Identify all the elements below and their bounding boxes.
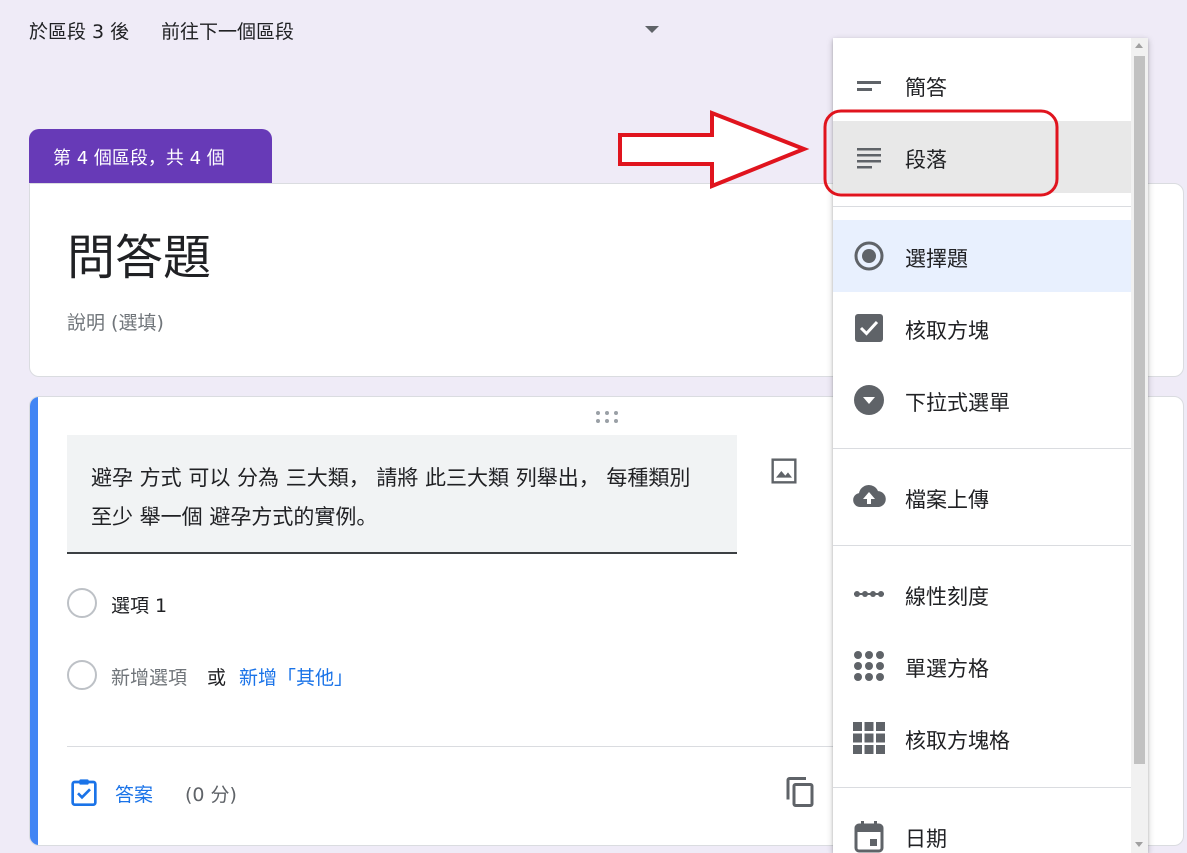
menu-item-label: 選擇題 <box>905 247 968 271</box>
menu-item-label: 單選方格 <box>905 657 989 681</box>
dropdown-caret-icon[interactable] <box>645 26 659 33</box>
menu-item-multiple-choice-grid[interactable]: 單選方格 <box>833 630 1131 702</box>
duplicate-icon[interactable] <box>782 774 818 810</box>
radio-button-icon <box>854 241 884 271</box>
menu-item-label: 核取方塊格 <box>905 729 1010 753</box>
linear-scale-icon <box>854 591 884 597</box>
multiple-choice-grid-icon <box>854 651 884 681</box>
calendar-icon <box>854 821 884 853</box>
answer-key-icon[interactable] <box>68 776 100 808</box>
option-1-label[interactable]: 選項 1 <box>111 591 167 618</box>
annotation-arrow-icon <box>618 110 810 189</box>
menu-item-label: 下拉式選單 <box>905 391 1010 415</box>
menu-item-dropdown[interactable]: 下拉式選單 <box>833 364 1131 436</box>
question-footer-divider <box>67 746 867 747</box>
menu-item-linear-scale[interactable]: 線性刻度 <box>833 558 1131 630</box>
question-title-input[interactable]: 避孕 方式 可以 分為 三大類， 請將 此三大類 列舉出， 每種類別 至少 舉一… <box>67 435 737 554</box>
add-option-radio <box>67 660 97 690</box>
section-title[interactable]: 問答題 <box>67 218 211 288</box>
menu-scrollbar[interactable] <box>1131 38 1148 853</box>
menu-divider <box>833 545 1131 546</box>
points-label: (0 分) <box>185 784 237 806</box>
option-1-radio <box>67 588 97 618</box>
menu-item-date[interactable]: 日期 <box>833 800 1131 853</box>
goto-section-dropdown[interactable]: 前往下一個區段 <box>161 17 294 44</box>
checkbox-icon <box>855 314 883 342</box>
scrollbar-thumb[interactable] <box>1134 56 1145 764</box>
add-image-icon[interactable] <box>768 455 800 487</box>
answer-key-button[interactable]: 答案 <box>115 780 153 807</box>
menu-item-label: 線性刻度 <box>905 585 989 609</box>
menu-item-file-upload[interactable]: 檔案上傳 <box>833 461 1131 533</box>
menu-item-label: 日期 <box>905 827 947 851</box>
add-option-input[interactable]: 新增選項 <box>111 663 187 690</box>
section-description-input[interactable]: 說明 (選填) <box>67 308 164 335</box>
menu-item-multiple-choice[interactable]: 選擇題 <box>833 220 1131 292</box>
active-question-accent <box>30 397 38 845</box>
menu-divider <box>833 448 1131 449</box>
or-text: 或 <box>207 667 227 689</box>
scroll-up-icon[interactable] <box>1135 43 1143 48</box>
menu-divider <box>833 787 1131 788</box>
cloud-upload-icon <box>853 485 886 507</box>
menu-item-checkboxes[interactable]: 核取方塊 <box>833 292 1131 364</box>
menu-item-checkbox-grid[interactable]: 核取方塊格 <box>833 702 1131 774</box>
scroll-down-icon[interactable] <box>1135 842 1143 847</box>
drag-handle-icon[interactable] <box>596 411 622 423</box>
after-section-label: 於區段 3 後 <box>29 21 130 43</box>
dropdown-icon <box>854 385 884 415</box>
menu-divider <box>833 206 1131 207</box>
add-other-link[interactable]: 新增「其他」 <box>239 663 353 690</box>
annotation-highlight-box <box>823 109 1059 197</box>
question-text: 避孕 方式 可以 分為 三大類， 請將 此三大類 列舉出， 每種類別 至少 舉一… <box>91 466 691 529</box>
menu-item-label: 檔案上傳 <box>905 488 989 512</box>
short-text-icon <box>857 81 881 91</box>
checkbox-grid-icon <box>853 722 885 754</box>
menu-item-label: 核取方塊 <box>905 319 989 343</box>
section-indicator-tab: 第 4 個區段，共 4 個 <box>29 129 272 184</box>
menu-item-label: 簡答 <box>905 76 947 100</box>
